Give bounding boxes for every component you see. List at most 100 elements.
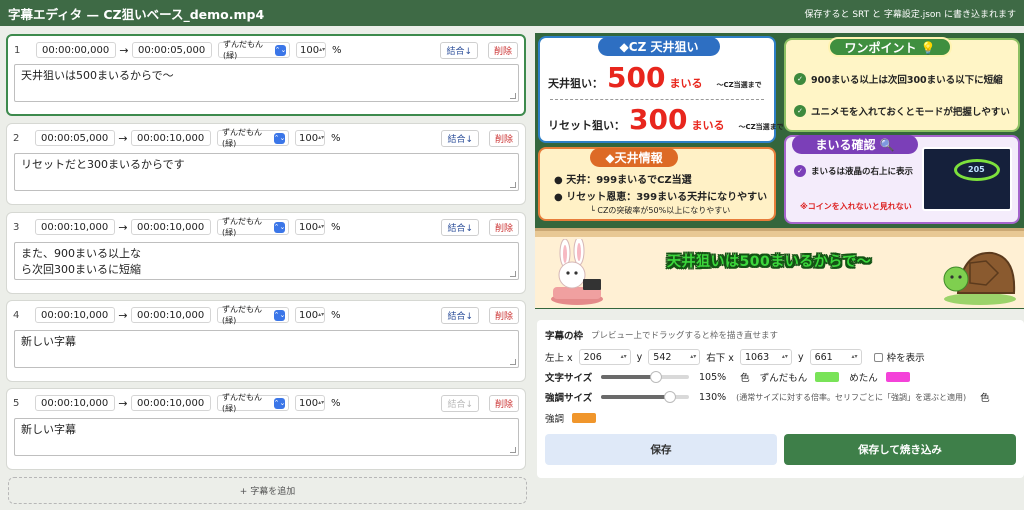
end-time-value: 00:00:10,000 <box>137 309 205 321</box>
subtitle-text-input[interactable]: 新しい字幕 <box>14 330 519 368</box>
start-time-input[interactable]: 00:00:10,000 <box>35 307 115 323</box>
size-value: 100 <box>300 44 320 56</box>
top-left-x-label: 左上 x <box>545 353 573 364</box>
percent-unit: % <box>332 44 342 56</box>
machine-photo: 205 <box>922 147 1012 211</box>
start-time-value: 00:00:10,000 <box>41 397 109 409</box>
subtitle-text: 新しい字幕 <box>21 335 76 348</box>
spinner-icon[interactable]: ▴▾ <box>690 354 696 360</box>
subtitle-index: 1 <box>14 44 21 56</box>
arrow-right-icon: → <box>118 396 128 410</box>
resize-grip-icon[interactable] <box>510 447 516 453</box>
speaker-select[interactable]: ずんだもん(緑) ⌃⌄ <box>217 217 289 237</box>
color-label: 色 <box>740 373 750 384</box>
delete-button[interactable]: 削除 <box>488 219 519 236</box>
slider-handle[interactable] <box>663 391 676 403</box>
spinner-icon[interactable]: ▴▾ <box>318 135 324 141</box>
zundamon-color-swatch[interactable] <box>815 372 840 382</box>
emphasis-color-swatch[interactable] <box>572 413 597 423</box>
delete-button[interactable]: 削除 <box>488 307 519 324</box>
speaker-select[interactable]: ずんだもん(緑) ⌃⌄ <box>217 305 289 325</box>
size-input[interactable]: 100 ▴▾ <box>295 130 325 146</box>
spinner-icon[interactable]: ▴▾ <box>318 400 324 406</box>
spinner-icon[interactable]: ▴▾ <box>621 354 627 360</box>
spinner-icon[interactable]: ▴▾ <box>852 354 858 360</box>
rabbit-character-icon <box>551 239 603 305</box>
size-input[interactable]: 100 ▴▾ <box>295 395 325 411</box>
subtitle-text-input[interactable]: 新しい字幕 <box>14 418 519 456</box>
speaker-value: ずんだもん(緑) <box>222 128 262 148</box>
spinner-icon[interactable]: ▴▾ <box>318 312 324 318</box>
subtitle-text: リセットだと300まいるからです <box>21 158 185 171</box>
info-line-1: ● 天井：999まいるでCZ当選 <box>554 175 692 186</box>
delete-button[interactable]: 削除 <box>487 42 518 59</box>
merge-down-button[interactable]: 結合↓ <box>441 307 479 324</box>
subtitle-text-input[interactable]: また、900まいる以上な ら次回300まいるに短縮 <box>14 242 519 280</box>
resize-grip-icon[interactable] <box>510 182 516 188</box>
merge-down-button[interactable]: 結合↓ <box>441 219 479 236</box>
start-time-input[interactable]: 00:00:10,000 <box>35 219 115 235</box>
subtitle-card: 1 00:00:00,000 → 00:00:05,000 ずんだもん(緑) ⌃⌄ 100 ▴… <box>6 34 526 116</box>
delete-button[interactable]: 削除 <box>488 395 519 412</box>
start-time-input[interactable]: 00:00:00,000 <box>36 42 116 58</box>
text-size-label: 文字サイズ <box>545 373 593 384</box>
check-icon: ✓ <box>794 73 806 85</box>
tip-1-text: 900まいる以上は次回300まいる以下に短縮 <box>811 75 1003 86</box>
frame-settings-panel: 字幕の枠 プレビュー上でドラッグすると枠を描き直せます 左上 x 206 ▴▾ y… <box>537 320 1024 478</box>
save-button[interactable]: 保存 <box>545 434 777 465</box>
end-time-input[interactable]: 00:00:10,000 <box>131 307 211 323</box>
add-subtitle-button[interactable]: + 字幕を追加 <box>8 477 527 504</box>
bottom-right-y-input[interactable]: 661 ▴▾ <box>809 349 862 365</box>
subtitle-controls: 2 00:00:05,000 → 00:00:10,000 ずんだもん(緑) ⌃⌄ 100 ▴… <box>13 128 519 148</box>
subtitle-text-input[interactable]: リセットだと300まいるからです <box>14 153 519 191</box>
start-time-input[interactable]: 00:00:10,000 <box>35 395 115 411</box>
size-value: 100 <box>299 309 319 321</box>
slider-fill <box>601 375 656 379</box>
subtitle-text-input[interactable]: 天井狙いは500まいるからで〜 <box>14 64 519 102</box>
spinner-icon[interactable]: ▴▾ <box>319 47 325 53</box>
top-left-x-value: 206 <box>583 351 602 363</box>
speaker-select[interactable]: ずんだもん(緑) ⌃⌄ <box>217 393 289 413</box>
spinner-icon[interactable]: ▴▾ <box>318 224 324 230</box>
text-size-slider[interactable] <box>601 371 689 383</box>
start-time-input[interactable]: 00:00:05,000 <box>35 130 115 146</box>
caption-strip: 天井狙いは500まいるからで〜 <box>535 228 1024 308</box>
video-preview[interactable]: ◆CZ 天井狙い 天井狙い： 500 まいる 〜CZ当選まで リセット狙い： 3… <box>535 33 1024 309</box>
chevron-updown-icon: ⌃⌄ <box>273 309 286 321</box>
delete-button[interactable]: 削除 <box>488 130 519 147</box>
end-time-input[interactable]: 00:00:10,000 <box>131 219 211 235</box>
size-input[interactable]: 100 ▴▾ <box>296 42 326 58</box>
resize-grip-icon[interactable] <box>510 359 516 365</box>
end-time-input[interactable]: 00:00:10,000 <box>131 395 211 411</box>
bottom-right-y-value: 661 <box>814 351 833 363</box>
end-time-value: 00:00:05,000 <box>138 44 206 56</box>
merge-down-button[interactable]: 結合↓ <box>441 130 479 147</box>
start-time-value: 00:00:10,000 <box>41 221 109 233</box>
end-time-value: 00:00:10,000 <box>137 221 205 233</box>
end-time-input[interactable]: 00:00:05,000 <box>132 42 212 58</box>
resize-grip-icon[interactable] <box>510 271 516 277</box>
merge-down-button[interactable]: 結合↓ <box>440 42 478 59</box>
frame-title-row: 字幕の枠 プレビュー上でドラッグすると枠を描き直せます <box>545 328 778 342</box>
speaker-value: ずんだもん(緑) <box>223 40 263 60</box>
metan-color-swatch[interactable] <box>885 372 910 382</box>
speaker-select[interactable]: ずんだもん(緑) ⌃⌄ <box>218 40 290 60</box>
speaker-value: ずんだもん(緑) <box>222 217 262 237</box>
end-time-input[interactable]: 00:00:10,000 <box>131 130 211 146</box>
show-frame-checkbox[interactable] <box>873 352 883 362</box>
top-left-x-input[interactable]: 206 ▴▾ <box>578 349 631 365</box>
size-input[interactable]: 100 ▴▾ <box>295 307 325 323</box>
bottom-right-x-input[interactable]: 1063 ▴▾ <box>739 349 792 365</box>
speaker-select[interactable]: ずんだもん(緑) ⌃⌄ <box>217 128 289 148</box>
check-icon: ✓ <box>794 165 806 177</box>
resize-grip-icon[interactable] <box>510 93 516 99</box>
merge-down-button[interactable]: 結合↓ <box>441 395 479 412</box>
emphasis-color-row: 強調 <box>545 411 606 425</box>
slider-handle[interactable] <box>649 371 662 383</box>
top-left-y-input[interactable]: 542 ▴▾ <box>648 349 701 365</box>
spinner-icon[interactable]: ▴▾ <box>782 354 788 360</box>
emphasis-hint: (通常サイズに対する倍率。セリフごとに「強調」を選ぶと適用) <box>736 392 967 402</box>
size-input[interactable]: 100 ▴▾ <box>295 219 325 235</box>
emphasis-size-slider[interactable] <box>601 391 689 403</box>
save-and-burn-button[interactable]: 保存して焼き込み <box>784 434 1016 465</box>
